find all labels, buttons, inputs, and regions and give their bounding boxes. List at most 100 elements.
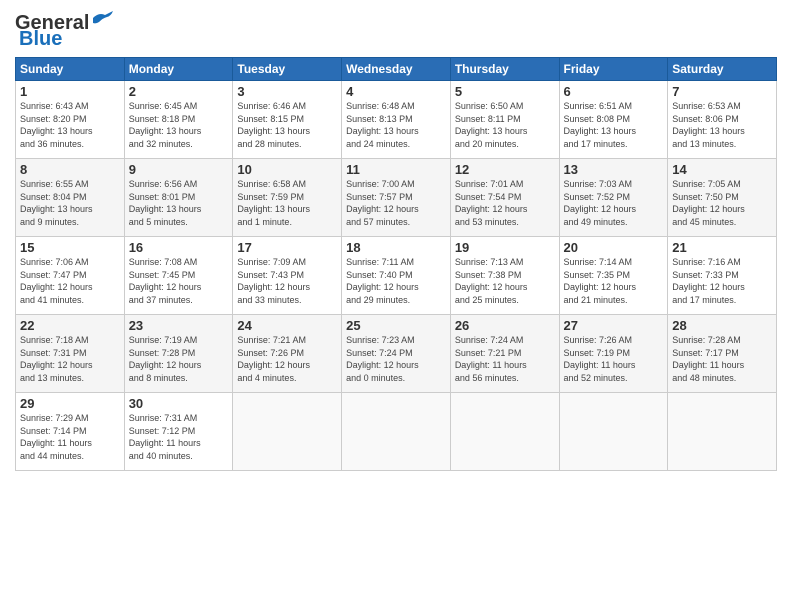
day-number: 23 — [129, 318, 229, 333]
day-number: 3 — [237, 84, 337, 99]
calendar-cell: 27Sunrise: 7:26 AM Sunset: 7:19 PM Dayli… — [559, 315, 668, 393]
calendar-week-row: 1Sunrise: 6:43 AM Sunset: 8:20 PM Daylig… — [16, 81, 777, 159]
calendar-table: SundayMondayTuesdayWednesdayThursdayFrid… — [15, 57, 777, 471]
col-header-tuesday: Tuesday — [233, 58, 342, 81]
calendar-cell: 23 Sunrise: 7:19 AM Sunset: 7:28 PM Dayli… — [124, 315, 233, 393]
day-info: Sunrise: 7:03 AM Sunset: 7:52 PM Dayligh… — [564, 179, 637, 227]
calendar-cell: 8 Sunrise: 6:55 AM Sunset: 8:04 PM Daylig… — [16, 159, 125, 237]
day-number: 22 — [20, 318, 120, 333]
day-info: Sunrise: 7:18 AM Sunset: 7:31 PM Dayligh… — [20, 335, 93, 383]
calendar-cell: 1Sunrise: 6:43 AM Sunset: 8:20 PM Daylig… — [16, 81, 125, 159]
calendar-cell: 7 Sunrise: 6:53 AM Sunset: 8:06 PM Daylig… — [668, 81, 777, 159]
logo: General Blue — [15, 10, 113, 51]
calendar-cell — [342, 393, 451, 471]
calendar-cell — [559, 393, 668, 471]
calendar-cell: 5 Sunrise: 6:50 AM Sunset: 8:11 PM Daylig… — [450, 81, 559, 159]
day-number: 7 — [672, 84, 772, 99]
col-header-thursday: Thursday — [450, 58, 559, 81]
day-info: Sunrise: 7:16 AM Sunset: 7:33 PM Dayligh… — [672, 257, 745, 305]
day-number: 19 — [455, 240, 555, 255]
calendar-cell: 11 Sunrise: 7:00 AM Sunset: 7:57 PM Dayli… — [342, 159, 451, 237]
calendar-cell: 2 Sunrise: 6:45 AM Sunset: 8:18 PM Daylig… — [124, 81, 233, 159]
day-number: 18 — [346, 240, 446, 255]
day-number: 27 — [564, 318, 664, 333]
calendar-cell: 12 Sunrise: 7:01 AM Sunset: 7:54 PM Dayli… — [450, 159, 559, 237]
calendar-body: 1Sunrise: 6:43 AM Sunset: 8:20 PM Daylig… — [16, 81, 777, 471]
calendar-cell: 3 Sunrise: 6:46 AM Sunset: 8:15 PM Daylig… — [233, 81, 342, 159]
calendar-cell: 18 Sunrise: 7:11 AM Sunset: 7:40 PM Dayli… — [342, 237, 451, 315]
day-info: Sunrise: 7:11 AM Sunset: 7:40 PM Dayligh… — [346, 257, 419, 305]
day-number: 6 — [564, 84, 664, 99]
day-number: 28 — [672, 318, 772, 333]
day-info: Sunrise: 6:53 AM Sunset: 8:06 PM Dayligh… — [672, 101, 745, 149]
day-info: Sunrise: 7:19 AM Sunset: 7:28 PM Dayligh… — [129, 335, 202, 383]
day-number: 5 — [455, 84, 555, 99]
calendar-cell: 25 Sunrise: 7:23 AM Sunset: 7:24 PM Dayli… — [342, 315, 451, 393]
day-info: Sunrise: 6:51 AM Sunset: 8:08 PM Dayligh… — [564, 101, 637, 149]
day-info: Sunrise: 7:31 AM Sunset: 7:12 PM Dayligh… — [129, 413, 201, 461]
day-info: Sunrise: 6:55 AM Sunset: 8:04 PM Dayligh… — [20, 179, 93, 227]
day-info: Sunrise: 7:24 AM Sunset: 7:21 PM Dayligh… — [455, 335, 527, 383]
calendar-cell — [668, 393, 777, 471]
day-number: 14 — [672, 162, 772, 177]
day-number: 8 — [20, 162, 120, 177]
day-number: 25 — [346, 318, 446, 333]
day-number: 16 — [129, 240, 229, 255]
calendar-cell: 13 Sunrise: 7:03 AM Sunset: 7:52 PM Dayli… — [559, 159, 668, 237]
day-info: Sunrise: 6:45 AM Sunset: 8:18 PM Dayligh… — [129, 101, 202, 149]
day-info: Sunrise: 7:08 AM Sunset: 7:45 PM Dayligh… — [129, 257, 202, 305]
calendar-cell: 16 Sunrise: 7:08 AM Sunset: 7:45 PM Dayli… — [124, 237, 233, 315]
calendar-cell: 14 Sunrise: 7:05 AM Sunset: 7:50 PM Dayli… — [668, 159, 777, 237]
day-info: Sunrise: 6:48 AM Sunset: 8:13 PM Dayligh… — [346, 101, 419, 149]
calendar-cell: 22 Sunrise: 7:18 AM Sunset: 7:31 PM Dayli… — [16, 315, 125, 393]
calendar-cell: 24 Sunrise: 7:21 AM Sunset: 7:26 PM Dayli… — [233, 315, 342, 393]
day-number: 1 — [20, 84, 120, 99]
day-number: 2 — [129, 84, 229, 99]
day-info: Sunrise: 6:46 AM Sunset: 8:15 PM Dayligh… — [237, 101, 310, 149]
calendar-cell: 9Sunrise: 6:56 AM Sunset: 8:01 PM Daylig… — [124, 159, 233, 237]
day-info: Sunrise: 7:09 AM Sunset: 7:43 PM Dayligh… — [237, 257, 310, 305]
calendar-cell: 20 Sunrise: 7:14 AM Sunset: 7:35 PM Dayli… — [559, 237, 668, 315]
day-number: 11 — [346, 162, 446, 177]
day-number: 30 — [129, 396, 229, 411]
col-header-wednesday: Wednesday — [342, 58, 451, 81]
calendar-cell: 4Sunrise: 6:48 AM Sunset: 8:13 PM Daylig… — [342, 81, 451, 159]
day-number: 17 — [237, 240, 337, 255]
calendar-cell: 10 Sunrise: 6:58 AM Sunset: 7:59 PM Dayli… — [233, 159, 342, 237]
day-number: 10 — [237, 162, 337, 177]
calendar-cell: 21 Sunrise: 7:16 AM Sunset: 7:33 PM Dayli… — [668, 237, 777, 315]
day-info: Sunrise: 6:56 AM Sunset: 8:01 PM Dayligh… — [129, 179, 202, 227]
day-number: 29 — [20, 396, 120, 411]
day-number: 15 — [20, 240, 120, 255]
day-number: 21 — [672, 240, 772, 255]
day-info: Sunrise: 7:01 AM Sunset: 7:54 PM Dayligh… — [455, 179, 528, 227]
day-info: Sunrise: 7:14 AM Sunset: 7:35 PM Dayligh… — [564, 257, 637, 305]
calendar-week-row: 22 Sunrise: 7:18 AM Sunset: 7:31 PM Dayli… — [16, 315, 777, 393]
day-info: Sunrise: 7:06 AM Sunset: 7:47 PM Dayligh… — [20, 257, 93, 305]
calendar-cell: 29 Sunrise: 7:29 AM Sunset: 7:14 PM Dayli… — [16, 393, 125, 471]
day-info: Sunrise: 6:50 AM Sunset: 8:11 PM Dayligh… — [455, 101, 528, 149]
day-info: Sunrise: 6:58 AM Sunset: 7:59 PM Dayligh… — [237, 179, 310, 227]
col-header-friday: Friday — [559, 58, 668, 81]
day-info: Sunrise: 7:21 AM Sunset: 7:26 PM Dayligh… — [237, 335, 310, 383]
col-header-saturday: Saturday — [668, 58, 777, 81]
day-info: Sunrise: 7:13 AM Sunset: 7:38 PM Dayligh… — [455, 257, 528, 305]
col-header-sunday: Sunday — [16, 58, 125, 81]
day-info: Sunrise: 7:00 AM Sunset: 7:57 PM Dayligh… — [346, 179, 419, 227]
calendar-cell: 30 Sunrise: 7:31 AM Sunset: 7:12 PM Dayli… — [124, 393, 233, 471]
day-number: 24 — [237, 318, 337, 333]
day-number: 12 — [455, 162, 555, 177]
day-number: 26 — [455, 318, 555, 333]
calendar-cell — [233, 393, 342, 471]
calendar-cell: 6 Sunrise: 6:51 AM Sunset: 8:08 PM Daylig… — [559, 81, 668, 159]
day-number: 20 — [564, 240, 664, 255]
day-info: Sunrise: 7:23 AM Sunset: 7:24 PM Dayligh… — [346, 335, 419, 383]
day-number: 13 — [564, 162, 664, 177]
day-info: Sunrise: 7:29 AM Sunset: 7:14 PM Dayligh… — [20, 413, 92, 461]
logo-bird-icon — [91, 10, 113, 26]
day-info: Sunrise: 7:05 AM Sunset: 7:50 PM Dayligh… — [672, 179, 745, 227]
calendar-cell: 26 Sunrise: 7:24 AM Sunset: 7:21 PM Dayli… — [450, 315, 559, 393]
calendar-cell: 15 Sunrise: 7:06 AM Sunset: 7:47 PM Dayli… — [16, 237, 125, 315]
col-header-monday: Monday — [124, 58, 233, 81]
calendar-cell: 17 Sunrise: 7:09 AM Sunset: 7:43 PM Dayli… — [233, 237, 342, 315]
